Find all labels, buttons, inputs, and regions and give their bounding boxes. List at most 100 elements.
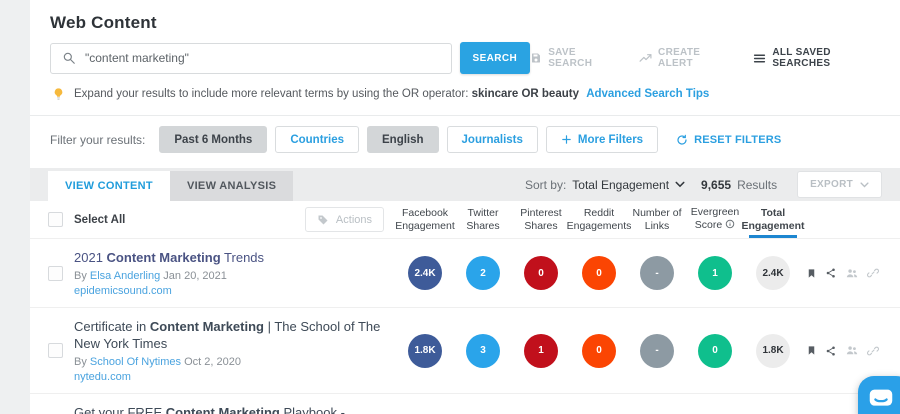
tabs: VIEW CONTENTVIEW ANALYSIS (48, 171, 293, 201)
share-icon[interactable] (825, 267, 837, 279)
column-header[interactable]: Total Engagement (744, 201, 802, 238)
table-header: Select All Actions Facebook Engagement T… (30, 201, 900, 238)
filter-button[interactable]: Countries (275, 126, 359, 153)
filter-buttons: Past 6 Months Countries English Journali… (159, 126, 658, 153)
metric-circle: 1.8K (408, 334, 442, 368)
result-title-link[interactable]: Get your FREE Content Marketing Playbook… (74, 404, 386, 414)
filter-button-label: Journalists (462, 134, 523, 146)
result-title-link[interactable]: 2021 Content Marketing Trends (74, 249, 386, 266)
page-title: Web Content (30, 0, 900, 33)
sort-dropdown[interactable]: Total Engagement (572, 178, 685, 192)
metric-circle: - (640, 334, 674, 368)
select-all-label: Select All (74, 214, 125, 226)
advanced-search-tips-link[interactable]: Advanced Search Tips (586, 88, 709, 100)
filter-button[interactable]: Journalists (447, 126, 538, 153)
column-header[interactable]: Twitter Shares (454, 201, 512, 238)
metric-cell: 0 (570, 256, 628, 290)
link-icon[interactable] (867, 267, 879, 279)
metric-cell: 2 (454, 256, 512, 290)
result-row: Get your FREE Content Marketing Playbook… (30, 393, 900, 414)
filter-label: Filter your results: (50, 133, 145, 147)
result-byline: By Elsa Anderling Jan 20, 2021 (74, 270, 386, 282)
row-metrics: 2.4K200-12.4K (396, 256, 802, 290)
column-header-label: Evergreen Score (686, 206, 744, 233)
metric-circle: 2 (466, 256, 500, 290)
column-header[interactable]: Reddit Engagements (570, 201, 628, 238)
tip-row: Expand your results to include more rele… (52, 85, 880, 103)
tip-example: skincare OR beauty (472, 88, 579, 100)
row-checkbox[interactable] (48, 343, 63, 358)
web-content-panel: Web Content SEARCH SAVE SEARCH CREATE AL… (30, 0, 900, 414)
results-count: 9,655 (701, 178, 731, 192)
users-icon[interactable] (845, 344, 859, 357)
save-search-button[interactable]: SAVE SEARCH (530, 47, 615, 69)
metric-circle: 3 (466, 334, 500, 368)
result-byline: By School Of Nytimes Oct 2, 2020 (74, 356, 386, 368)
header-actions: SAVE SEARCH CREATE ALERT ALL SAVED SEARC… (530, 47, 880, 69)
column-header-label: Reddit Engagements (567, 207, 632, 233)
byline-prefix: By (74, 270, 87, 282)
filter-button-label: English (382, 134, 424, 146)
row-content: 2021 Content Marketing Trends By Elsa An… (74, 249, 396, 297)
link-icon[interactable] (867, 345, 879, 357)
search-button[interactable]: SEARCH (460, 42, 531, 74)
domain-link[interactable]: nytedu.com (74, 371, 386, 383)
sort-area: Sort by: Total Engagement 9,655 Results … (525, 171, 882, 198)
metric-cell: - (628, 256, 686, 290)
users-icon[interactable] (845, 267, 859, 280)
metric-cell: 1.8K (744, 334, 802, 368)
metric-cell: 1 (686, 256, 744, 290)
actions-label: Actions (336, 214, 372, 226)
filter-row: Filter your results: Past 6 Months Count… (30, 115, 900, 164)
export-button[interactable]: EXPORT (797, 171, 882, 198)
result-title-link[interactable]: Certificate in Content Marketing | The S… (74, 318, 386, 352)
search-box (50, 43, 452, 74)
filter-button[interactable]: More Filters (546, 126, 658, 153)
byline-prefix: By (74, 356, 87, 368)
chevron-down-icon (675, 181, 685, 188)
domain-link[interactable]: epidemicsound.com (74, 285, 386, 297)
metric-circle: 1.8K (756, 334, 790, 368)
share-icon[interactable] (825, 345, 837, 357)
create-alert-label: CREATE ALERT (658, 47, 729, 69)
filter-button[interactable]: Past 6 Months (159, 126, 267, 153)
column-header-label: Pinterest Shares (512, 207, 570, 233)
result-row: Certificate in Content Marketing | The S… (30, 307, 900, 393)
search-input[interactable] (85, 51, 440, 65)
create-alert-button[interactable]: CREATE ALERT (639, 47, 729, 69)
bookmark-icon[interactable] (806, 267, 817, 280)
metric-cell: 1.8K (396, 334, 454, 368)
tab[interactable]: VIEW CONTENT (48, 171, 170, 201)
chat-widget[interactable] (858, 376, 900, 414)
reset-filters-button[interactable]: RESET FILTERS (676, 134, 781, 146)
tag-icon (317, 214, 329, 226)
select-all-checkbox[interactable] (48, 212, 63, 227)
trending-up-icon (639, 52, 652, 65)
actions-button[interactable]: Actions (305, 207, 384, 232)
column-header[interactable]: Facebook Engagement (396, 201, 454, 238)
filter-button-label: More Filters (578, 134, 643, 146)
row-checkbox[interactable] (48, 266, 63, 281)
results-list: 2021 Content Marketing Trends By Elsa An… (30, 238, 900, 414)
column-header[interactable]: Pinterest Shares (512, 201, 570, 238)
author-link[interactable]: School Of Nytimes (90, 356, 181, 368)
save-icon (530, 52, 542, 64)
column-header-label: Twitter Shares (454, 207, 512, 233)
reset-filters-label: RESET FILTERS (694, 134, 781, 146)
bookmark-icon[interactable] (806, 344, 817, 357)
column-header[interactable]: Evergreen Score (686, 201, 744, 238)
refresh-icon (676, 134, 688, 146)
row-content: Get your FREE Content Marketing Playbook… (74, 404, 396, 414)
row-actions (802, 344, 882, 357)
all-saved-searches-button[interactable]: ALL SAVED SEARCHES (753, 47, 880, 69)
chat-icon (866, 384, 896, 414)
filter-button[interactable]: English (367, 126, 439, 153)
metric-cell: 1 (512, 334, 570, 368)
author-link[interactable]: Elsa Anderling (90, 270, 160, 282)
tab-band: VIEW CONTENTVIEW ANALYSIS Sort by: Total… (30, 168, 900, 201)
metric-cell: 0 (570, 334, 628, 368)
info-icon[interactable] (725, 219, 735, 233)
column-header[interactable]: Number of Links (628, 201, 686, 238)
tab[interactable]: VIEW ANALYSIS (170, 171, 293, 201)
save-search-label: SAVE SEARCH (548, 47, 615, 69)
